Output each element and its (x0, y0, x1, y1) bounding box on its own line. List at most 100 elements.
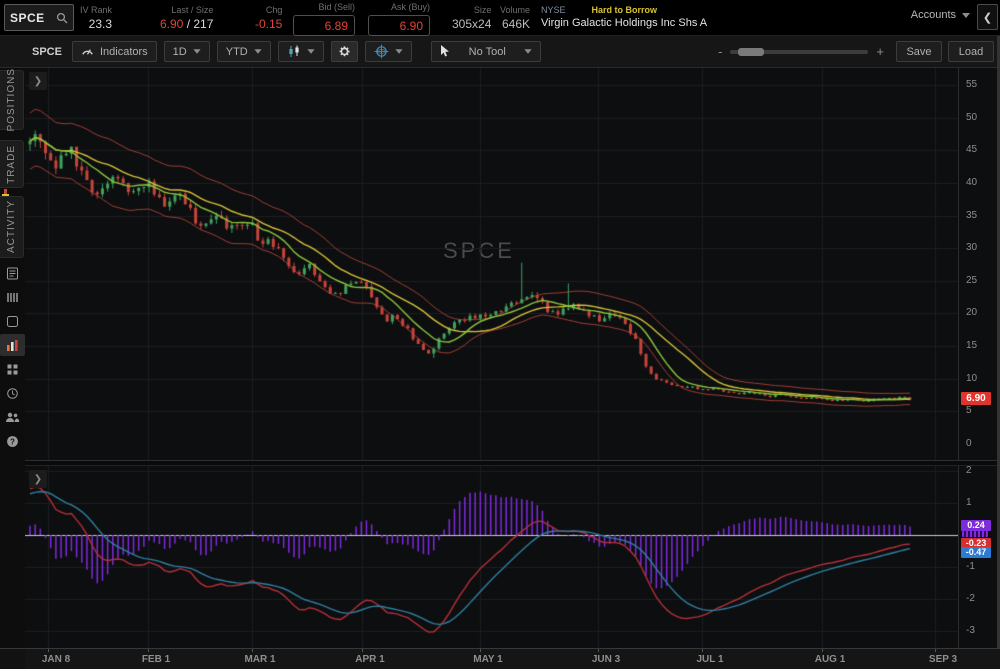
history-icon[interactable] (0, 382, 25, 404)
time-tick-mark (252, 649, 253, 652)
chevron-down-icon (524, 49, 531, 54)
zoom-slider[interactable] (730, 50, 868, 54)
last-size-label: Last / Size (171, 6, 213, 15)
time-tick-label: JUN 3 (592, 654, 620, 665)
chart-settings-button[interactable] (331, 41, 358, 62)
cursor-icon (440, 45, 451, 58)
timeframe-value: 1D (173, 46, 187, 58)
ask-field: Ask (Buy) 6.90 (368, 3, 430, 36)
crosshair-mode-dropdown[interactable] (365, 41, 412, 62)
price-tick-label: 5 (966, 405, 972, 417)
chevron-left-icon: ❮ (983, 11, 992, 24)
price-tick-label: 55 (966, 79, 977, 91)
time-tick-mark (822, 649, 823, 652)
columns-icon[interactable] (0, 286, 25, 308)
timeframe-dropdown[interactable]: 1D (164, 41, 210, 62)
chevron-down-icon (307, 49, 314, 54)
time-axis[interactable]: JAN 8FEB 1MAR 1APR 1MAY 1JUN 3JUL 1AUG 1… (25, 648, 1000, 669)
iv-rank-value: 23.3 (89, 18, 112, 30)
time-tick-label: JAN 8 (42, 654, 70, 665)
indicators-button[interactable]: Indicators (72, 41, 157, 62)
indicators-label: Indicators (100, 46, 148, 58)
macd-axis[interactable]: 0.24 -0.23 -0.47 21-1-2-3 (958, 466, 1000, 648)
price-pane-expander[interactable]: ❯ (29, 72, 47, 90)
bottom-left-corner (0, 648, 25, 669)
macd-tick-label: -3 (966, 625, 975, 637)
last-size-field: Last / Size 6.90 / 217 (160, 6, 213, 30)
macd-pane: ❯ 0.24 -0.23 -0.47 21-1-2-3 (25, 466, 1000, 648)
macd-tick-label: -2 (966, 593, 975, 605)
zoom-out-button[interactable]: - (718, 44, 722, 59)
help-icon[interactable]: ? (0, 430, 25, 452)
time-tick-label: SEP 3 (929, 654, 957, 665)
time-tick-mark (480, 649, 481, 652)
tab-trade[interactable]: TRADE (0, 140, 24, 188)
ask-button[interactable]: 6.90 (368, 15, 430, 36)
price-tick-label: 30 (966, 242, 977, 254)
price-tick-label: 45 (966, 144, 977, 156)
last-price-tag: 6.90 (961, 392, 991, 405)
size-label: Size (474, 6, 492, 15)
grid-icon[interactable] (0, 358, 25, 380)
size-field: Size 305x24 (452, 6, 491, 30)
save-button[interactable]: Save (896, 41, 942, 62)
chg-label: Chg (266, 6, 283, 15)
chart-toolbar: SPCE Indicators 1D YTD (0, 36, 1000, 68)
search-icon (56, 12, 68, 24)
chevron-down-icon (395, 49, 402, 54)
borrow-status: Hard to Borrow (592, 6, 658, 15)
macd-pane-expander[interactable]: ❯ (29, 470, 47, 488)
zoom-in-button[interactable]: + (876, 44, 884, 59)
price-tick-label: 40 (966, 177, 977, 189)
macd-chart-canvas[interactable] (25, 466, 958, 648)
symbol-text: SPCE (10, 11, 45, 25)
price-pane: SPCE ❯ 6.90 5550454035302520151050 (25, 68, 1000, 460)
time-tick-label: FEB 1 (142, 654, 170, 665)
accounts-dropdown[interactable]: Accounts (911, 9, 970, 21)
price-tick-label: 15 (966, 340, 977, 352)
gear-icon (338, 45, 351, 58)
last-size-value: 6.90 / 217 (160, 18, 213, 30)
bid-field: Bid (Sell) 6.89 (293, 3, 355, 36)
time-tick-mark (598, 649, 599, 652)
time-tick-mark (148, 649, 149, 652)
macd-tick-label: 2 (966, 465, 972, 477)
chevron-down-icon (193, 49, 200, 54)
time-tick-label: MAR 1 (244, 654, 275, 665)
time-tick-label: JUL 1 (696, 654, 723, 665)
report-icon[interactable] (0, 262, 25, 284)
time-tick-label: APR 1 (355, 654, 384, 665)
price-tick-label: 10 (966, 373, 977, 385)
drawing-tool-dropdown[interactable]: No Tool (431, 41, 541, 62)
range-dropdown[interactable]: YTD (217, 41, 271, 62)
time-tick-mark (935, 649, 936, 652)
ask-label: Ask (Buy) (391, 3, 430, 12)
window-icon[interactable] (0, 310, 25, 332)
load-button[interactable]: Load (948, 41, 994, 62)
symbol-search-input[interactable]: SPCE (4, 4, 74, 31)
zoom-control: - + (718, 44, 884, 59)
price-tick-label: 25 (966, 275, 977, 287)
chart-symbol-label: SPCE (32, 46, 62, 58)
collapse-panel-button[interactable]: ❮ (977, 4, 998, 30)
chg-field: Chg -0.15 (255, 6, 282, 30)
chart-icon[interactable] (0, 334, 25, 356)
users-icon[interactable] (0, 406, 25, 428)
chevron-down-icon (962, 13, 970, 18)
volume-value: 646K (502, 18, 530, 30)
bid-button[interactable]: 6.89 (293, 15, 355, 36)
time-tick-label: MAY 1 (473, 654, 502, 665)
macd-tick-label: 1 (966, 497, 972, 509)
range-value: YTD (226, 46, 248, 58)
price-tick-label: 50 (966, 112, 977, 124)
crosshair-icon (374, 44, 389, 59)
zoom-slider-handle[interactable] (738, 48, 764, 56)
price-axis[interactable]: 6.90 5550454035302520151050 (958, 68, 1000, 460)
price-chart-canvas[interactable] (25, 68, 958, 460)
chart-type-dropdown[interactable] (278, 41, 324, 62)
tab-activity[interactable]: ACTIVITY (0, 196, 24, 258)
chart-area: SPCE ❯ 6.90 5550454035302520151050 ❯ 0.2… (25, 68, 1000, 669)
size-value: 305x24 (452, 18, 491, 30)
bid-label: Bid (Sell) (318, 3, 355, 12)
tab-positions[interactable]: POSITIONS (0, 70, 24, 130)
